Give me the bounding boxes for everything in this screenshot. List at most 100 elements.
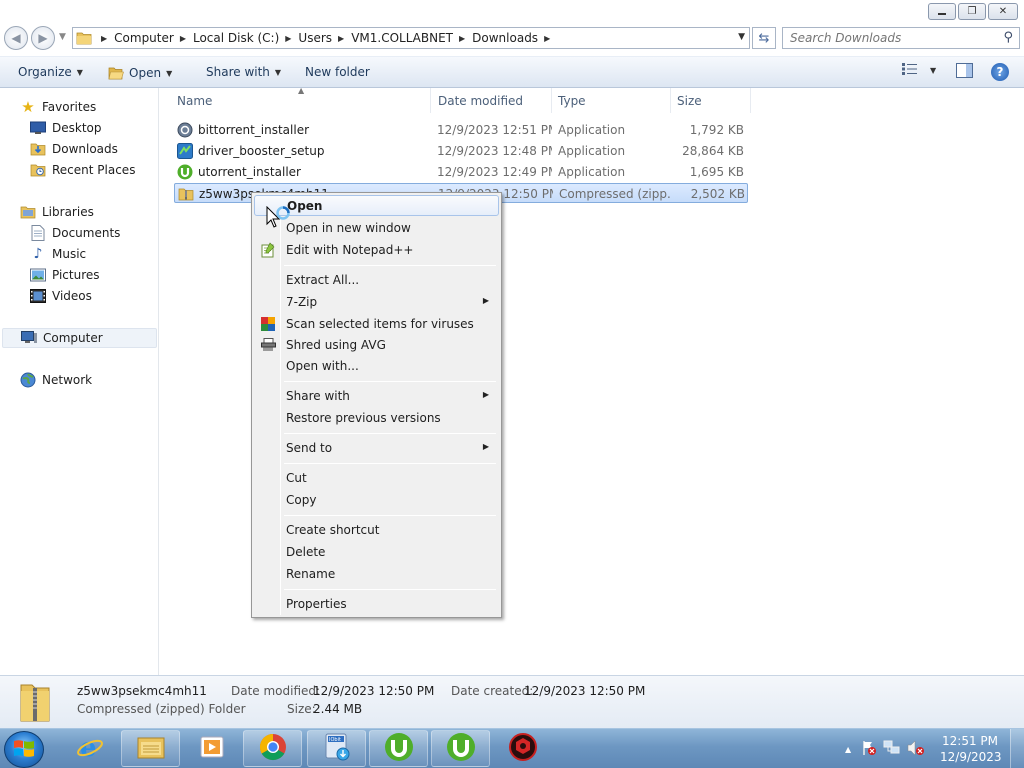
minimize-button[interactable] [928, 3, 956, 20]
network-tray-icon[interactable] [883, 740, 901, 759]
show-hidden-icons-button[interactable]: ▲ [845, 745, 851, 754]
breadcrumb-user-folder[interactable]: VM1.COLLABNET [351, 31, 453, 45]
menu-share-with-label: Share with [286, 388, 350, 403]
clock[interactable]: 12:51 PM 12/9/2023 [940, 733, 1002, 765]
nav-pictures[interactable]: Pictures [30, 265, 100, 285]
search-icon[interactable]: ⚲ [1003, 30, 1013, 45]
command-bar: Organize ▼ Open ▼ Share with ▼ New folde… [0, 56, 1024, 88]
refresh-button[interactable]: ⇆ [752, 27, 776, 49]
breadcrumb-users[interactable]: Users [298, 31, 332, 45]
preview-pane-button[interactable] [956, 63, 973, 81]
windows-logo-icon [13, 738, 35, 761]
breadcrumb-local-disk[interactable]: Local Disk (C:) [193, 31, 279, 45]
menu-cut-label: Cut [286, 470, 307, 485]
chevron-right-icon[interactable]: ▶ [180, 34, 186, 43]
file-row[interactable]: driver_booster_setup 12/9/2023 12:48 PM … [174, 141, 748, 161]
menu-item-open-with[interactable]: Open with... [254, 355, 499, 376]
column-header-type[interactable]: Type [552, 88, 671, 113]
breadcrumb-downloads[interactable]: Downloads [472, 31, 538, 45]
new-folder-button[interactable]: New folder [305, 65, 370, 79]
start-button[interactable] [4, 731, 44, 768]
shredder-icon [259, 336, 277, 353]
recent-pages-dropdown[interactable]: ▼ [59, 32, 66, 42]
menu-item-copy[interactable]: Copy [254, 489, 499, 510]
column-header-size[interactable]: Size [671, 88, 751, 113]
taskbar-utorrent-1[interactable] [369, 730, 428, 767]
taskbar-windows-explorer[interactable] [121, 730, 180, 767]
details-size: 2.44 MB [313, 702, 363, 716]
nav-favorites[interactable]: ★ Favorites [20, 97, 96, 117]
show-desktop-button[interactable] [1010, 729, 1024, 768]
chevron-down-icon: ▼ [166, 68, 173, 78]
menu-item-create-shortcut[interactable]: Create shortcut [254, 519, 499, 540]
breadcrumb-computer[interactable]: Computer [114, 31, 174, 45]
forward-button[interactable]: ▶ [31, 26, 55, 50]
menu-item-extract-all[interactable]: Extract All... [254, 269, 499, 290]
open-button[interactable]: Open ▼ [108, 65, 172, 81]
change-view-button[interactable]: ▼ [902, 63, 936, 78]
chevron-right-icon[interactable]: ▶ [459, 34, 465, 43]
search-input[interactable] [783, 28, 983, 48]
nav-computer[interactable]: Computer [2, 328, 157, 348]
menu-item-edit-notepad[interactable]: Edit with Notepad++ [254, 239, 499, 260]
chevron-right-icon[interactable]: ▶ [338, 34, 344, 43]
file-type: Compressed (zipp... [559, 187, 671, 201]
nav-music[interactable]: ♪ Music [30, 244, 87, 264]
organize-button[interactable]: Organize ▼ [18, 65, 83, 79]
nav-videos[interactable]: Videos [30, 286, 92, 306]
file-size: 1,695 KB [689, 165, 744, 179]
menu-item-share-with[interactable]: Share with ▶ [254, 385, 499, 406]
view-options-icon [902, 63, 918, 78]
nav-downloads[interactable]: Downloads [30, 139, 118, 159]
nav-computer-label: Computer [43, 331, 103, 345]
restore-button[interactable]: ❐ [958, 3, 986, 20]
nav-libraries[interactable]: Libraries [20, 202, 94, 222]
menu-item-cut[interactable]: Cut [254, 467, 499, 488]
game-booster-icon [508, 732, 538, 765]
menu-item-rename[interactable]: Rename [254, 563, 499, 584]
nav-network[interactable]: Network [20, 370, 92, 390]
menu-item-restore-versions[interactable]: Restore previous versions [254, 407, 499, 428]
chevron-right-icon[interactable]: ▶ [544, 34, 550, 43]
file-row[interactable]: bittorrent_installer 12/9/2023 12:51 PM … [174, 120, 748, 140]
chevron-down-icon: ▼ [738, 32, 745, 42]
column-header-name[interactable]: Name [171, 88, 431, 113]
share-with-button[interactable]: Share with ▼ [206, 65, 281, 79]
submenu-arrow-icon: ▶ [482, 442, 489, 451]
menu-separator [284, 589, 496, 590]
close-icon: ✕ [998, 6, 1008, 17]
close-button[interactable]: ✕ [988, 3, 1018, 20]
column-header-date-modified[interactable]: Date modified [432, 88, 552, 113]
back-button[interactable]: ◀ [4, 26, 28, 50]
address-bar[interactable]: ▶ Computer ▶ Local Disk (C:) ▶ Users ▶ V… [72, 27, 750, 49]
menu-item-scan-viruses[interactable]: Scan selected items for viruses [254, 313, 499, 334]
taskbar-iobit-installer[interactable]: IObit [307, 730, 366, 767]
taskbar-media-player[interactable] [182, 730, 241, 767]
action-center-flag-icon[interactable] [861, 740, 877, 759]
folder-library-icon [136, 734, 166, 763]
details-file-type: Compressed (zipped) Folder [77, 702, 246, 716]
address-dropdown[interactable]: ▼ [738, 32, 745, 42]
menu-item-7zip[interactable]: 7-Zip ▶ [254, 291, 499, 312]
taskbar-chrome[interactable] [243, 730, 302, 767]
menu-item-shred-avg[interactable]: Shred using AVG [254, 334, 499, 355]
menu-item-send-to[interactable]: Send to ▶ [254, 437, 499, 458]
chevron-right-icon[interactable]: ▶ [285, 34, 291, 43]
taskbar-internet-explorer[interactable]: e [60, 730, 119, 767]
menu-edit-notepad-label: Edit with Notepad++ [286, 242, 414, 257]
menu-item-delete[interactable]: Delete [254, 541, 499, 562]
taskbar-game-booster[interactable] [493, 730, 552, 767]
taskbar-utorrent-2[interactable] [431, 730, 490, 767]
nav-recent-places[interactable]: Recent Places [30, 160, 135, 180]
menu-item-properties[interactable]: Properties [254, 593, 499, 614]
menu-open-label: Open [287, 198, 323, 213]
nav-documents[interactable]: Documents [30, 223, 120, 243]
file-row[interactable]: utorrent_installer 12/9/2023 12:49 PM Ap… [174, 162, 748, 182]
chevron-right-icon[interactable]: ▶ [101, 34, 107, 43]
column-date-label: Date modified [438, 93, 524, 108]
column-type-label: Type [558, 93, 586, 108]
help-button[interactable]: ? [991, 63, 1009, 81]
nav-desktop[interactable]: Desktop [30, 118, 102, 138]
volume-muted-icon[interactable] [907, 739, 925, 759]
menu-copy-label: Copy [286, 492, 317, 507]
